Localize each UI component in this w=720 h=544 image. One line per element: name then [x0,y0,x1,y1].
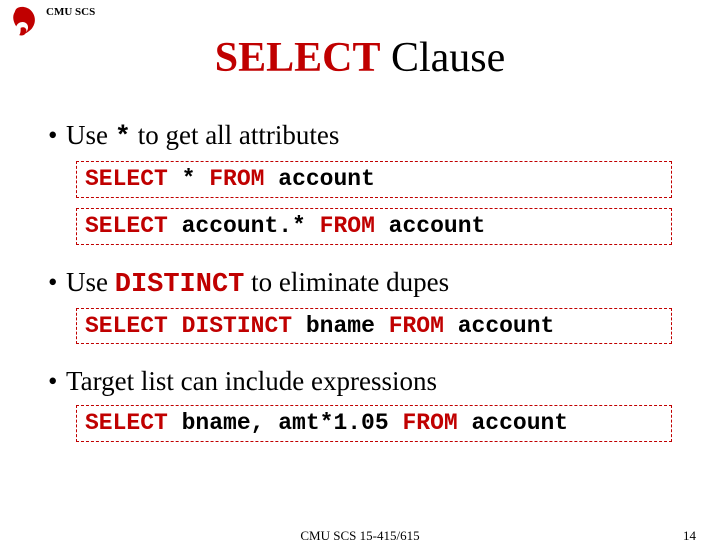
code-box-4: SELECT bname, amt*1.05 FROM account [76,405,672,442]
group-distinct: Use DISTINCT to eliminate dupes SELECT D… [48,267,672,345]
code-text: bname, amt*1.05 [168,410,403,436]
slide-title: SELECT Clause [0,34,720,82]
bullet-3-text: Target list can include expressions [66,366,437,396]
code-text: * [168,166,209,192]
code-kw: DISTINCT [182,313,292,339]
footer-course: CMU SCS 15-415/615 [0,528,720,544]
code-box-2: SELECT account.* FROM account [76,208,672,245]
code-kw: FROM [209,166,264,192]
code-kw: SELECT [85,213,168,239]
footer-page-number: 14 [683,528,696,544]
group-star: Use * to get all attributes SELECT * FRO… [48,120,672,245]
code-kw: FROM [402,410,457,436]
bullet-1-pre: Use [66,120,115,150]
code-kw: SELECT [85,410,168,436]
bullet-1: Use * to get all attributes [48,120,672,153]
code-kw: SELECT [85,166,168,192]
code-text: account.* [168,213,320,239]
bullet-2-pre: Use [66,267,115,297]
code-text: account [375,213,485,239]
code-text: account [264,166,374,192]
bullet-1-post: to get all attributes [131,120,339,150]
code-kw: FROM [389,313,444,339]
group-expr: Target list can include expressions SELE… [48,366,672,442]
code-text: account [444,313,554,339]
code-box-3: SELECT DISTINCT bname FROM account [76,308,672,345]
code-text [168,313,182,339]
bullet-2-kw: DISTINCT [115,270,245,300]
bullet-3: Target list can include expressions [48,366,672,397]
code-kw: SELECT [85,313,168,339]
slide-content: Use * to get all attributes SELECT * FRO… [48,120,672,464]
bullet-2-post: to eliminate dupes [244,267,449,297]
title-keyword: SELECT [215,35,381,81]
code-text: account [458,410,568,436]
title-rest: Clause [380,35,505,81]
bullet-2: Use DISTINCT to eliminate dupes [48,267,672,300]
code-text: bname [292,313,389,339]
bullet-1-star: * [115,123,131,153]
code-box-1: SELECT * FROM account [76,161,672,198]
header-label: CMU SCS [46,6,95,18]
code-kw: FROM [320,213,375,239]
